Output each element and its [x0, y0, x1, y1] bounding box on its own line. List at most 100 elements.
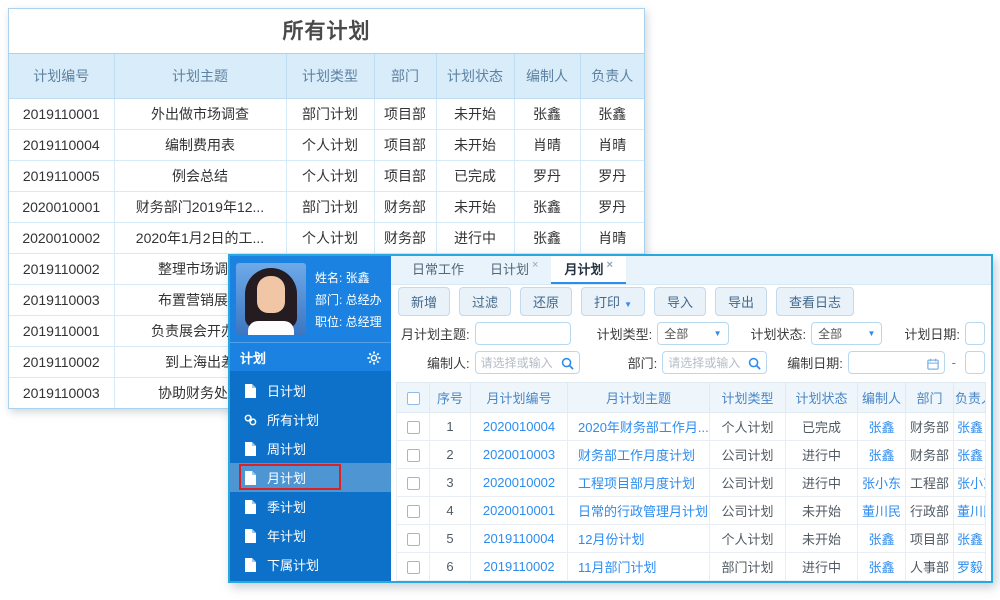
row-checkbox[interactable] [406, 477, 420, 491]
table-row[interactable]: 2020010002 2020年1月2日的工... 个人计划 财务部 进行中 张鑫 肖晴 [9, 221, 644, 254]
table-row[interactable]: 2 2020010003 财务部工作月度计划 公司计划 进行中 张鑫 财务部 张鑫 [396, 440, 986, 469]
user-profile: 姓名: 张鑫 部门: 总经办 职位: 总经理 [230, 256, 391, 342]
cell-subject-link[interactable]: 12月份计划 [567, 524, 710, 553]
row-checkbox[interactable] [406, 505, 420, 519]
cell-subject-link[interactable]: 2020年财务部工作月... [567, 412, 710, 441]
sidebar-header-label: 计划 [240, 350, 267, 366]
add-button[interactable]: 新增 [398, 287, 451, 316]
date-range-separator: - [951, 355, 956, 370]
import-button[interactable]: 导入 [653, 287, 706, 316]
export-button[interactable]: 导出 [715, 287, 768, 316]
cell-compiler: 张鑫 [513, 221, 581, 254]
table-row[interactable]: 2019110004 编制费用表 个人计划 项目部 未开始 肖晴 肖晴 [9, 128, 644, 161]
cell-plan-no-link[interactable]: 2019110004 [470, 524, 568, 553]
dept-filter-search[interactable] [662, 351, 768, 374]
view-log-button[interactable]: 查看日志 [776, 287, 855, 316]
row-checkbox[interactable] [406, 421, 420, 435]
cell-owner-link[interactable]: 董川民 [953, 496, 986, 525]
cell-owner: 张鑫 [579, 97, 644, 130]
cell-plan-no-link[interactable]: 2019110002 [470, 552, 568, 581]
cell-compiler-link[interactable]: 张鑫 [857, 412, 906, 441]
table-row[interactable]: 42020010001日常的行政管理月计划公司计划未开始董川民行政部董川民 [396, 496, 986, 525]
cell-subject-link[interactable]: 11月部门计划 [567, 552, 710, 581]
cell-subject-link[interactable]: 日常的行政管理月计划 [567, 496, 710, 525]
close-icon[interactable]: × [532, 259, 538, 271]
col-dept: 部门 [905, 382, 954, 413]
cell-dept: 行政部 [905, 496, 954, 525]
filter-button[interactable]: 过滤 [459, 287, 512, 316]
cell-owner-link[interactable]: 张小东 [953, 468, 986, 497]
cell-compiler-link[interactable]: 张鑫 [857, 440, 906, 469]
reset-button[interactable]: 还原 [520, 287, 573, 316]
cell-owner-link[interactable]: 张鑫 [953, 440, 986, 469]
cell-compiler: 张鑫 [513, 190, 581, 223]
cell-plan-no: 2019110002 [9, 252, 115, 285]
sidebar-item-yearly-plan[interactable]: 年计划 [230, 521, 391, 550]
cell-status: 已完成 [435, 159, 515, 192]
gear-icon[interactable] [367, 349, 381, 365]
cell-compiler-link[interactable]: 张小东 [857, 468, 906, 497]
cell-compiler: 张鑫 [513, 97, 581, 130]
sidebar-item-quarterly-plan[interactable]: 季计划 [230, 492, 391, 521]
table-row[interactable]: 6 2019110002 11月部门计划 部门计划 进行中 张鑫 人事部 罗毅 [396, 552, 986, 581]
sidebar-item-weekly-plan[interactable]: 周计划 [230, 434, 391, 463]
table-row[interactable]: 2019110001 外出做市场调查 部门计划 项目部 未开始 张鑫 张鑫 [9, 97, 644, 130]
table-row[interactable]: 1 2020010004 2020年财务部工作月... 个人计划 已完成 张鑫 财务部 张鑫 [396, 412, 986, 441]
sidebar-item-daily-plan[interactable]: 日计划 [230, 376, 391, 405]
compiler-filter-input[interactable] [480, 355, 561, 370]
toolbar: 新增 过滤 还原 打印 ▼ 导入 导出 查看日志 [391, 285, 991, 318]
compile-date-start-input[interactable] [847, 351, 945, 374]
cell-owner-link[interactable]: 张鑫 [953, 524, 986, 553]
sidebar-item-label: 季计划 [267, 500, 307, 515]
cell-owner: 肖晴 [579, 221, 644, 254]
cell-subject-link[interactable]: 工程项目部月度计划 [567, 468, 710, 497]
profile-position: 职位: 总经理 [315, 314, 382, 329]
cell-dept: 财务部 [905, 440, 954, 469]
table-row[interactable]: 5 2019110004 12月份计划 个人计划 未开始 张鑫 项目部 张鑫 [396, 524, 986, 553]
compile-date-end-input[interactable] [965, 351, 985, 374]
row-checkbox[interactable] [406, 533, 420, 547]
cell-seq: 1 [429, 412, 471, 441]
tab-daily-plan[interactable]: 日计划 × [477, 256, 551, 284]
close-icon[interactable]: × [606, 259, 612, 271]
file-icon [244, 383, 257, 398]
tab-monthly-plan[interactable]: 月计划 × [551, 256, 626, 284]
tab-daily-work[interactable]: 日常工作 [399, 256, 477, 284]
profile-name: 姓名: 张鑫 [315, 270, 370, 285]
cell-subject-link[interactable]: 财务部工作月度计划 [567, 440, 710, 469]
sidebar-item-monthly-plan[interactable]: 月计划 [230, 463, 391, 492]
cell-compiler-link[interactable]: 董川民 [857, 496, 906, 525]
file-icon [244, 528, 257, 543]
table-row[interactable]: 32020010002工程项目部月度计划公司计划进行中张小东工程部张小东 [396, 468, 986, 497]
type-filter-select[interactable]: 全部 ▼ [657, 322, 729, 345]
cell-seq: 2 [429, 440, 471, 469]
sidebar-item-subordinate-plan[interactable]: 下属计划 [230, 550, 391, 579]
type-filter-value: 全部 [664, 327, 689, 341]
sidebar-item-all-plans[interactable]: 所有计划 [230, 405, 391, 434]
table-row[interactable]: 2019110005 例会总结 个人计划 项目部 已完成 罗丹 罗丹 [9, 159, 644, 192]
file-icon [244, 557, 257, 572]
monthly-plan-header-row: 序号 月计划编号 月计划主题 计划类型 计划状态 编制人 部门 负责人 [396, 382, 986, 413]
cell-plan-no-link[interactable]: 2020010003 [470, 440, 568, 469]
plan-date-filter-input[interactable] [965, 322, 985, 345]
cell-plan-no-link[interactable]: 2020010002 [470, 468, 568, 497]
table-row[interactable]: 2020010001 财务部门2019年12... 部门计划 财务部 未开始 张鑫 罗丹 [9, 190, 644, 223]
select-all-checkbox[interactable] [406, 392, 420, 406]
compiler-filter-search[interactable] [474, 351, 580, 374]
subject-filter-input[interactable] [474, 322, 571, 345]
cell-owner-link[interactable]: 罗毅 [953, 552, 986, 581]
status-filter-value: 全部 [818, 327, 843, 341]
dept-filter-input[interactable] [668, 355, 749, 370]
row-checkbox[interactable] [406, 561, 420, 575]
cell-owner-link[interactable]: 张鑫 [953, 412, 986, 441]
row-checkbox[interactable] [406, 449, 420, 463]
print-button[interactable]: 打印 ▼ [581, 287, 645, 316]
calendar-icon [926, 355, 939, 370]
cell-plan-no-link[interactable]: 2020010004 [470, 412, 568, 441]
cell-compiler-link[interactable]: 张鑫 [857, 524, 906, 553]
cell-type: 部门计划 [285, 97, 375, 130]
cell-compiler-link[interactable]: 张鑫 [857, 552, 906, 581]
cell-dept: 项目部 [373, 128, 437, 161]
cell-plan-no-link[interactable]: 2020010001 [470, 496, 568, 525]
status-filter-select[interactable]: 全部 ▼ [811, 322, 883, 345]
